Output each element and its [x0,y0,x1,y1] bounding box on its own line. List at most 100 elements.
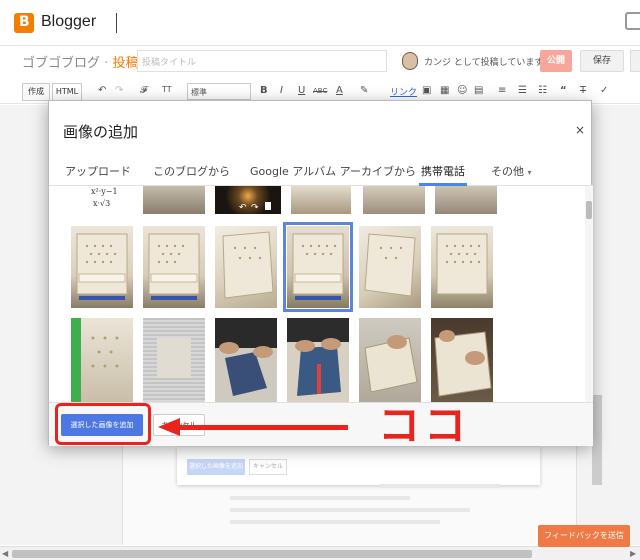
highlight-icon[interactable]: ✎ [360,85,368,96]
handwritten-notes-image: x²·y−1 x·√3 [91,187,118,208]
breadcrumb-separator: · [104,56,109,71]
scroll-left-icon[interactable]: ◀ [2,549,8,558]
text-color-button[interactable]: A [336,85,343,96]
horizontal-scrollbar[interactable]: ◀ ▶ [0,546,640,560]
mode-label: 投稿 [112,56,139,71]
pachinko-board-image [364,233,416,297]
photo-thumbnail-selected[interactable] [283,222,353,312]
quote-button[interactable]: “ [560,85,567,96]
tab-upload[interactable]: アップロード [65,163,131,179]
scroll-right-icon[interactable]: ▶ [630,549,636,558]
annotation-highlight-box [55,403,151,445]
apps-grid-icon[interactable] [625,12,640,30]
photo-thumbnail[interactable] [143,186,205,214]
post-header: ゴブゴブログ · 投稿 投稿タイトル カンジ として投稿しています 公開 保存 [0,46,640,78]
assembly-image [434,330,492,397]
emoji-icon[interactable]: ☺ [457,85,467,96]
photo-actions: ↶ ↷ [239,202,271,213]
trash-icon [265,202,271,210]
source-tabs: アップロード このブログから Google アルバム アーカイブから 携帯電話 … [49,156,593,186]
spellcheck-icon[interactable]: ✓ [600,85,608,96]
photo-thumbnail[interactable] [363,186,425,214]
background-text-lines [230,484,530,544]
top-bar: B Blogger [0,0,640,46]
screen: B Blogger ゴブゴブログ · 投稿 投稿タイトル カンジ として投稿して… [0,0,640,560]
pachinko-board-image [292,233,344,300]
background-cancel-button: キャンセル [249,459,287,475]
annotation-arrow-head [158,418,180,436]
redo-icon[interactable]: ↷ [115,85,123,96]
text-line [230,520,440,524]
font-family-icon[interactable]: 𝓕 [140,85,147,96]
newspaper-image [157,338,191,378]
save-button[interactable]: 保存 [580,50,624,72]
strikethrough-button[interactable]: ABC [313,87,327,95]
video-icon[interactable]: ▦ [440,85,449,96]
photo-thumbnail[interactable] [291,186,351,214]
close-icon[interactable]: × [575,123,585,137]
jump-break-icon[interactable]: ▤ [474,85,483,96]
board-closeup-image [71,318,119,402]
photo-thumbnail[interactable]: ↶ ↷ [215,186,281,214]
photo-thumbnail[interactable] [71,318,133,402]
font-size-icon[interactable]: TT [162,85,172,94]
breadcrumb: ゴブゴブログ · 投稿 [22,52,138,71]
align-icon[interactable]: ≡ [498,85,506,96]
annotation-text: ココ [378,401,471,450]
page-scrollbar[interactable] [592,395,602,485]
post-title-input[interactable]: 投稿タイトル [137,50,387,72]
photo-thumbnail[interactable] [359,318,421,402]
divider [116,13,117,33]
photo-grid: x²·y−1 x·√3 ↶ ↷ [49,186,593,402]
bold-button[interactable]: B [260,85,268,96]
italic-button[interactable]: I [280,85,283,96]
clear-format-button[interactable]: T [580,85,586,96]
blogger-logo-icon[interactable]: B [14,13,34,33]
compose-tab[interactable]: 作成 [22,83,50,101]
scrollbar-thumb[interactable] [586,201,592,219]
assembly-image [364,335,418,393]
svg-text:x·√3: x·√3 [93,199,110,208]
rotate-left-icon: ↶ [239,203,247,213]
pachinko-board-image [436,233,488,295]
tab-this-blog[interactable]: このブログから [153,163,230,179]
app-title[interactable]: Blogger [41,13,96,31]
photo-thumbnail[interactable] [431,318,493,402]
photo-thumbnail[interactable] [359,226,421,308]
hands-working-image [287,318,349,396]
undo-icon[interactable]: ↶ [98,85,106,96]
image-icon[interactable]: ▣ [422,85,431,96]
grid-scrollbar[interactable] [585,186,593,402]
tab-phone[interactable]: 携帯電話 [421,163,465,179]
publish-button[interactable]: 公開 [540,50,572,72]
photo-thumbnail[interactable] [71,226,133,308]
background-add-button: 選択した画像を追加 [187,459,245,475]
pachinko-board-image [222,231,274,299]
photo-thumbnail[interactable] [143,226,205,308]
photo-thumbnail[interactable] [215,318,277,402]
html-tab[interactable]: HTML [52,83,82,101]
bullet-list-icon[interactable]: ☷ [538,85,547,96]
underline-button[interactable]: U [298,85,305,96]
photo-thumbnail[interactable] [435,186,497,214]
pachinko-board-image [76,233,128,300]
preview-button[interactable] [630,50,640,72]
photo-thumbnail[interactable]: x²·y−1 x·√3 [71,186,133,214]
blog-name[interactable]: ゴブゴブログ [22,56,100,71]
tab-other[interactable]: その他 ▾ [491,163,532,179]
photo-thumbnail[interactable] [431,226,493,308]
scrollbar-thumb[interactable] [12,550,532,558]
photo-thumbnail[interactable] [215,226,277,308]
photo-thumbnail[interactable] [287,318,349,402]
rotate-right-icon: ↷ [251,203,259,213]
pachinko-board-image [148,233,200,300]
format-select[interactable]: 標準 [187,83,251,100]
add-image-dialog: 画像の追加 × アップロード このブログから Google アルバム アーカイブ… [48,100,593,446]
numbered-list-icon[interactable]: ☰ [518,85,527,96]
logo-letter: B [19,14,30,30]
chevron-down-icon: ▾ [527,168,532,177]
tab-album-archive[interactable]: Google アルバム アーカイブから [250,163,416,179]
send-feedback-button[interactable]: フィードバックを送信 [538,525,630,547]
photo-thumbnail[interactable] [143,318,205,402]
link-button[interactable]: リンク [390,85,417,98]
